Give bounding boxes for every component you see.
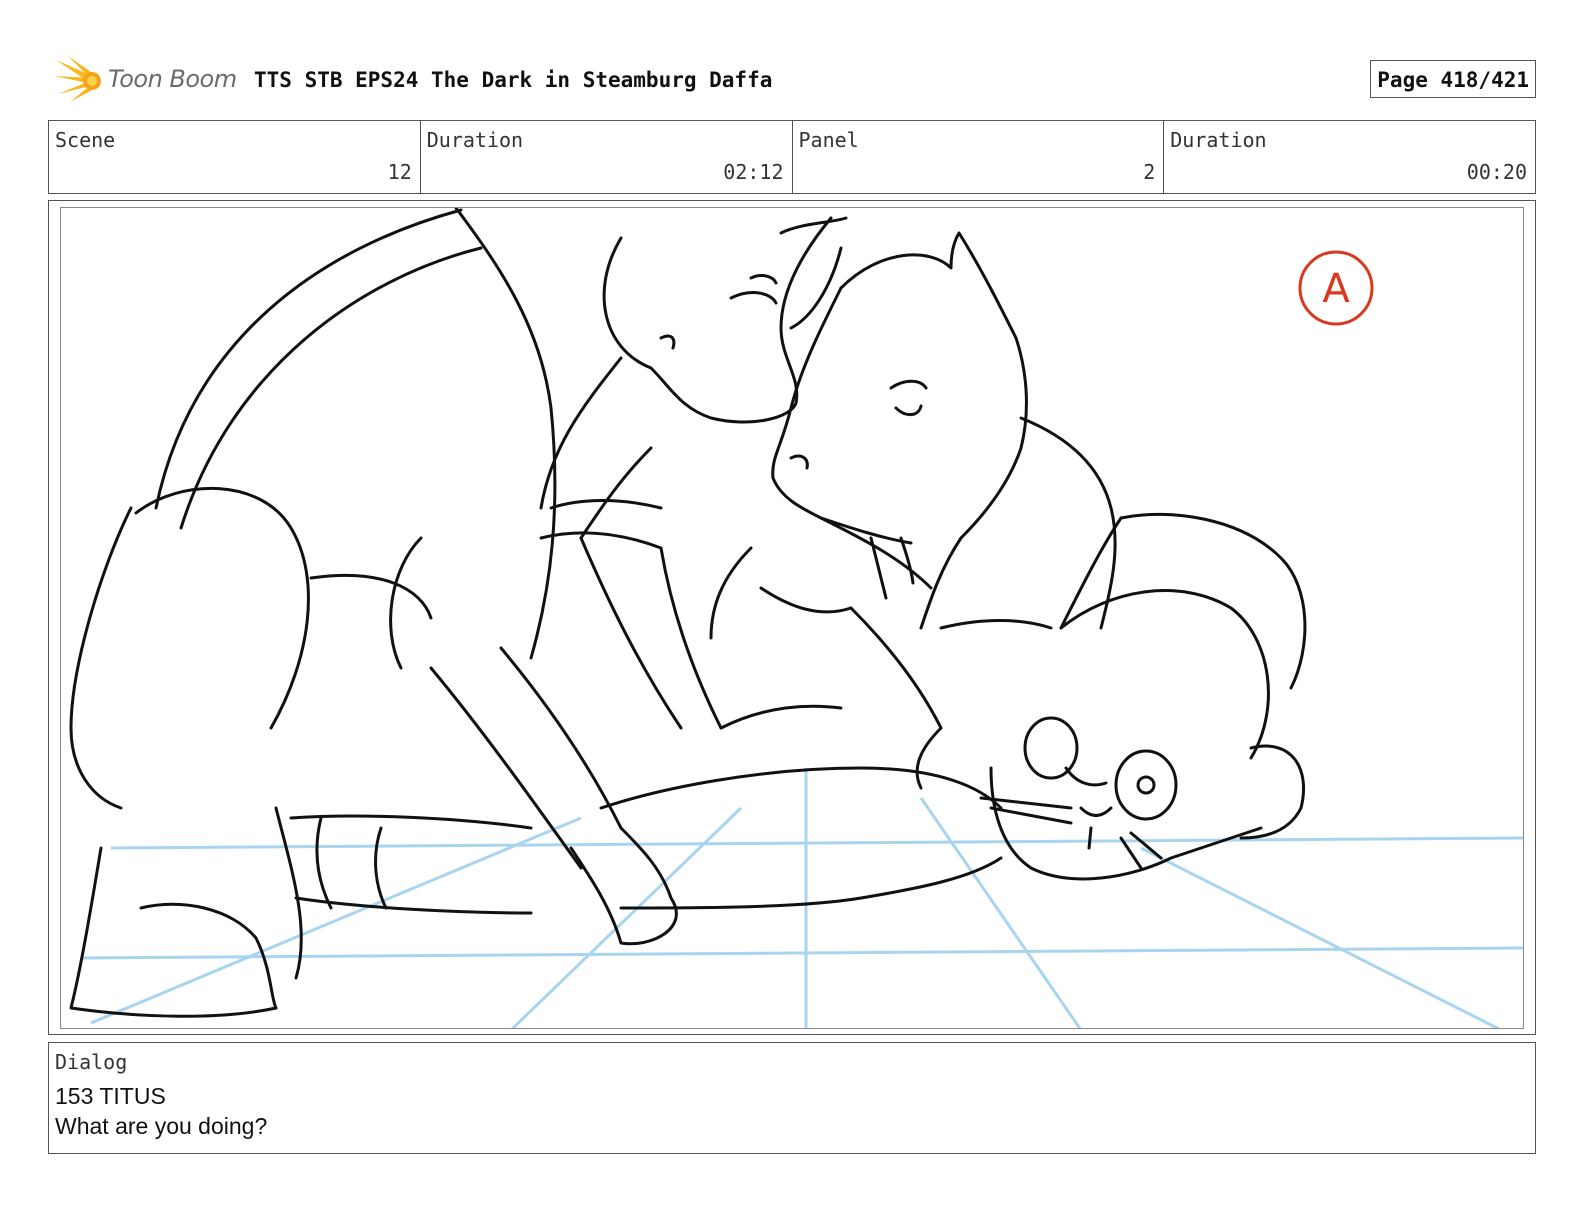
logo-text: Toon Boom — [108, 65, 237, 93]
dialog-label: Dialog — [55, 1050, 128, 1074]
scene-duration-value: 02:12 — [723, 160, 784, 184]
panel-value: 2 — [1143, 160, 1156, 184]
panel-duration-cell: Duration 00:20 — [1163, 121, 1535, 193]
panel-label: Panel — [798, 128, 859, 152]
scene-label: Scene — [55, 128, 116, 152]
document-title: TTS STB EPS24 The Dark in Steamburg Daff… — [254, 68, 773, 92]
toon-boom-logo: Toon Boom — [52, 54, 242, 106]
dialog-speaker: 153 TITUS — [55, 1083, 166, 1109]
panel-duration-label: Duration — [1170, 128, 1267, 152]
scene-cell: Scene 12 — [49, 121, 420, 193]
page-counter: Page 418/421 — [1370, 60, 1536, 98]
page-header: Toon Boom TTS STB EPS24 The Dark in Stea… — [48, 52, 1536, 108]
scene-value: 12 — [387, 160, 412, 184]
scene-duration-label: Duration — [426, 128, 524, 152]
storyboard-drawing-area: A — [60, 207, 1524, 1029]
starburst-icon — [54, 56, 101, 102]
scene-duration-cell: Duration 02:12 — [419, 121, 792, 193]
storyboard-sketch: A — [69, 208, 1523, 1028]
dialog-box: Dialog 153 TITUS What are you doing? — [48, 1042, 1536, 1154]
storyboard-panel-frame: A — [48, 200, 1536, 1035]
dialog-text: What are you doing? — [55, 1113, 268, 1139]
panel-duration-value: 00:20 — [1466, 160, 1527, 184]
scene-info-row: Scene 12 Duration 02:12 Panel 2 Duration… — [48, 120, 1536, 194]
panel-cell: Panel 2 — [791, 121, 1164, 193]
annotation-letter: A — [1322, 266, 1350, 312]
character-sketch-lines — [69, 208, 1307, 1018]
